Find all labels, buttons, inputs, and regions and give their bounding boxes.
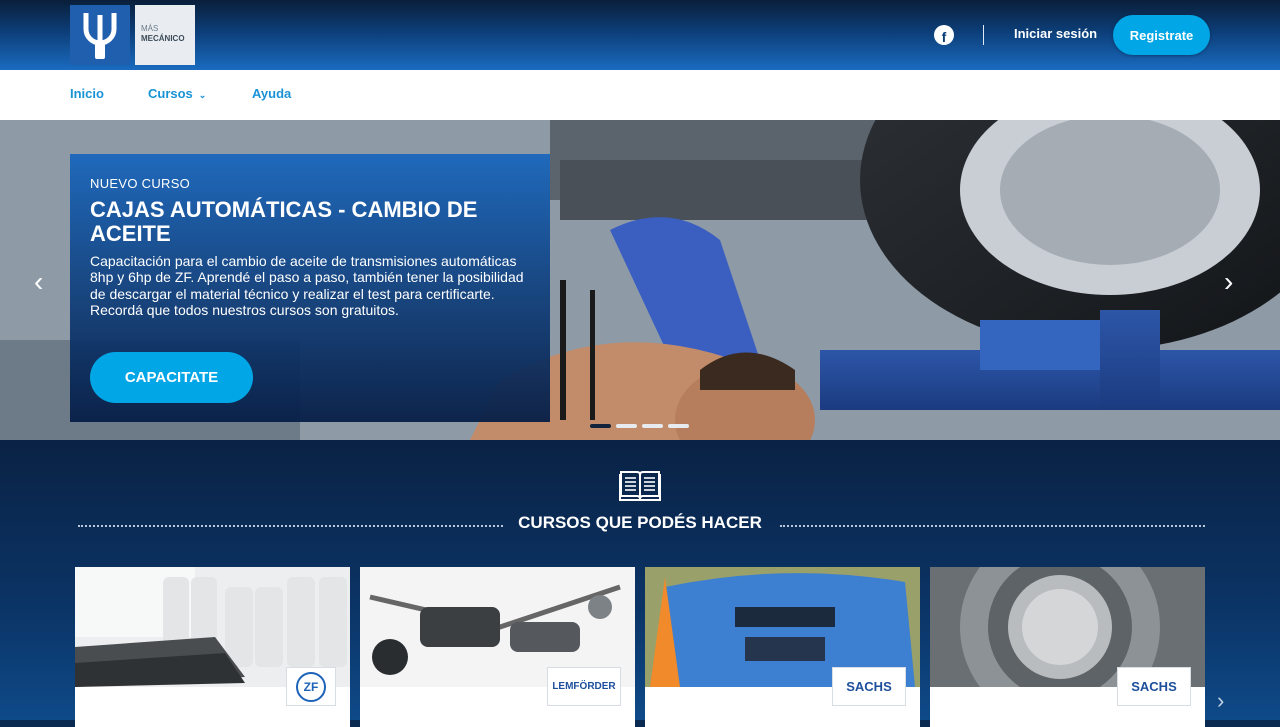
open-book-icon (619, 471, 661, 501)
courses-next-arrow-icon[interactable]: › (1217, 688, 1224, 714)
site-header: MÁS MECÁNICO f Iniciar sesión Registrate (0, 0, 1280, 70)
main-nav: Inicio Cursos ⌄ Ayuda (0, 70, 1280, 120)
carousel-dot[interactable] (616, 424, 637, 428)
carousel-next-arrow-icon[interactable]: › (1224, 268, 1233, 296)
carousel-dot[interactable] (668, 424, 689, 428)
nav-item-cursos[interactable]: Cursos ⌄ (148, 86, 206, 101)
hero-carousel: NUEVO CURSO CAJAS AUTOMÁTICAS - CAMBIO D… (0, 120, 1280, 440)
course-cards: ZF LEMFÖRDER SACHS SACHS (75, 567, 1205, 727)
nav-item-ayuda[interactable]: Ayuda (252, 86, 291, 101)
course-card[interactable]: LEMFÖRDER (360, 567, 635, 727)
brand-label: ZF (296, 671, 326, 702)
carousel-indicators (590, 424, 689, 428)
nav-item-label: Ayuda (252, 86, 292, 101)
courses-title: CURSOS QUE PODÉS HACER (518, 513, 762, 532)
register-button[interactable]: Registrate (1113, 15, 1210, 55)
brand-badge: SACHS (1117, 667, 1191, 706)
hero-card: NUEVO CURSO CAJAS AUTOMÁTICAS - CAMBIO D… (70, 154, 550, 422)
course-card[interactable]: SACHS (930, 567, 1205, 727)
capacitate-button[interactable]: CAPACITATE (90, 352, 253, 403)
hero-title: CAJAS AUTOMÁTICAS - CAMBIO DE ACEITE (90, 197, 478, 246)
carousel-dot[interactable] (590, 424, 611, 428)
facebook-icon[interactable]: f (934, 25, 954, 45)
header-divider (983, 25, 984, 45)
courses-section: CURSOS QUE PODÉS HACER ZF LEMFÖRDER SACH… (0, 440, 1280, 727)
course-card[interactable]: ZF (75, 567, 350, 727)
brand-badge: ZF (286, 667, 336, 706)
nav-item-label: Cursos (148, 86, 193, 101)
hero-description: Capacitación para el cambio de aceite de… (90, 253, 524, 319)
brand-label: LEMFÖRDER (552, 681, 616, 692)
carousel-prev-arrow-icon[interactable]: ‹ (34, 268, 43, 296)
login-link[interactable]: Iniciar sesión (1014, 26, 1097, 41)
brand-badge: LEMFÖRDER (547, 667, 621, 706)
hero-kicker: NUEVO CURSO (90, 176, 191, 191)
course-card[interactable]: SACHS (645, 567, 920, 727)
nav-item-inicio[interactable]: Inicio (70, 86, 104, 101)
brand-label: SACHS (846, 679, 892, 694)
logo-line-1: MÁS (141, 24, 159, 33)
chevron-down-icon: ⌄ (198, 90, 207, 100)
brand-label: SACHS (1131, 679, 1177, 694)
logo-line-2: MECÁNICO (141, 34, 185, 43)
logo-text: MÁS MECÁNICO (135, 5, 195, 65)
site-logo[interactable]: MÁS MECÁNICO (70, 5, 195, 65)
brand-badge: SACHS (832, 667, 906, 706)
wrench-logo-icon (70, 5, 130, 65)
title-divider-right (780, 525, 1205, 527)
nav-item-label: Inicio (70, 86, 104, 101)
carousel-dot[interactable] (642, 424, 663, 428)
